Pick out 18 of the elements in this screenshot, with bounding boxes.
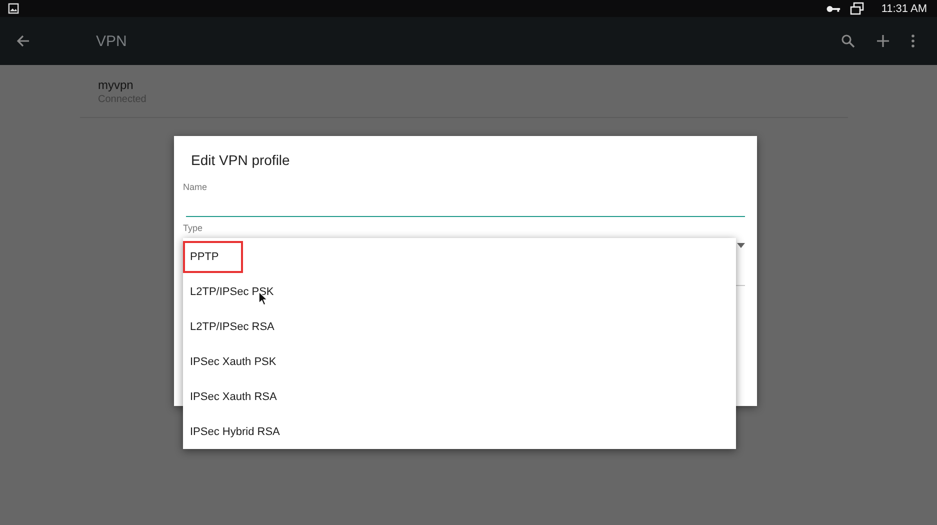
key-icon	[826, 4, 842, 12]
field-label: Type	[183, 223, 203, 233]
dialog-title: Edit VPN profile	[191, 152, 290, 168]
field-label: Name	[183, 182, 208, 192]
dropdown-option[interactable]: PPTP	[183, 239, 736, 274]
search-icon[interactable]	[841, 34, 855, 48]
dropdown-option[interactable]: IPSec Hybrid RSA	[183, 414, 736, 449]
clock-time: 11:31 AM	[881, 2, 927, 14]
dropdown-option[interactable]: L2TP/IPSec PSK	[183, 274, 736, 309]
dropdown-option[interactable]: IPSec Xauth RSA	[183, 379, 736, 414]
dropdown-option[interactable]: L2TP/IPSec RSA	[183, 309, 736, 344]
dropdown-option[interactable]: IPSec Xauth PSK	[183, 344, 736, 379]
more-options-icon[interactable]	[911, 34, 915, 48]
image-icon	[8, 3, 19, 14]
app-bar-title: VPN	[96, 32, 127, 50]
back-arrow-icon[interactable]	[16, 34, 30, 48]
dropdown-arrow-icon[interactable]	[737, 243, 745, 248]
add-icon[interactable]	[877, 35, 889, 47]
